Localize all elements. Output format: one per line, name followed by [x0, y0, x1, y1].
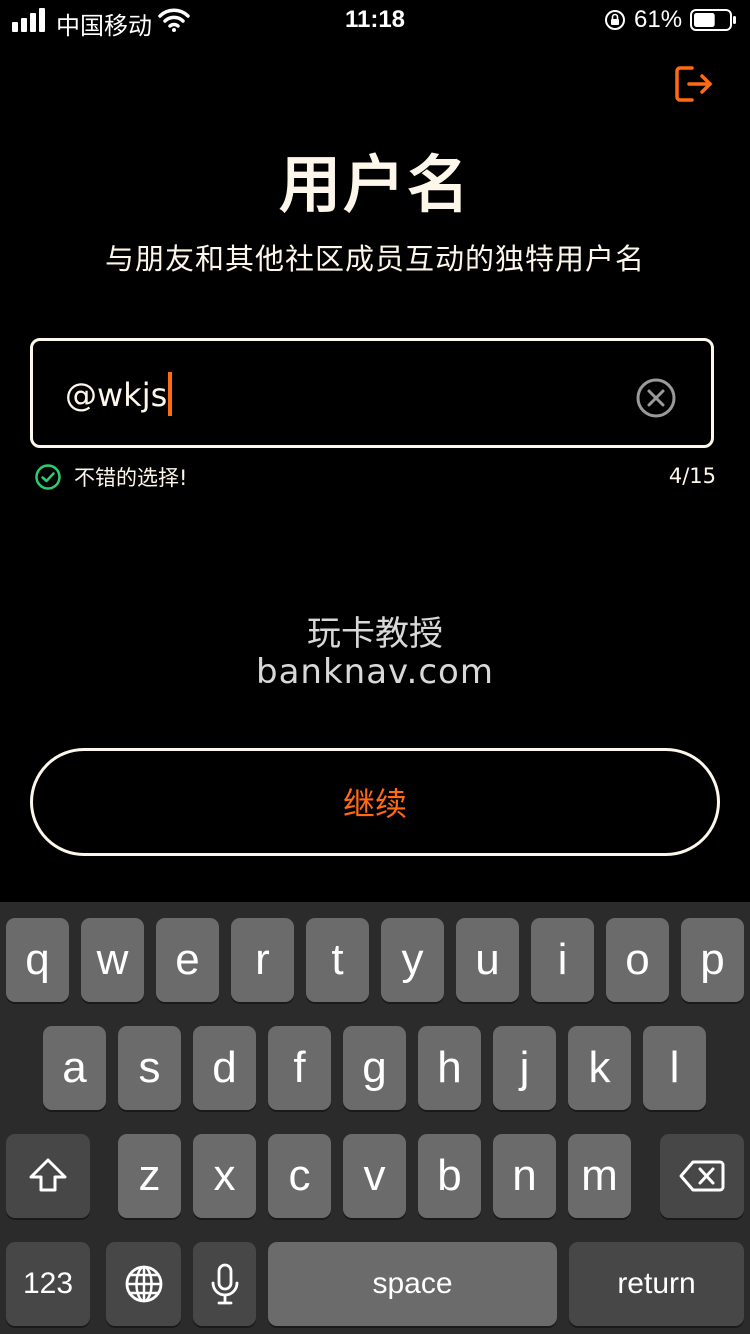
battery-percent: 61% [634, 6, 683, 33]
key-i[interactable]: i [531, 918, 594, 1002]
key-o[interactable]: o [606, 918, 669, 1002]
key-p[interactable]: p [681, 918, 744, 1002]
key-c[interactable]: c [268, 1134, 331, 1218]
key-q[interactable]: q [6, 918, 69, 1002]
key-g[interactable]: g [343, 1026, 406, 1110]
watermark-name: 玩卡教授 [307, 614, 443, 654]
key-n[interactable]: n [493, 1134, 556, 1218]
key-u[interactable]: u [456, 918, 519, 1002]
text-caret [168, 372, 173, 416]
key-s[interactable]: s [118, 1026, 181, 1110]
key-m[interactable]: m [568, 1134, 631, 1218]
key-z[interactable]: z [118, 1134, 181, 1218]
key-t[interactable]: t [306, 918, 369, 1002]
key-x[interactable]: x [193, 1134, 256, 1218]
check-circle-icon [35, 464, 61, 490]
key-d[interactable]: d [193, 1026, 256, 1110]
watermark-url: banknav.com [256, 652, 494, 692]
return-key[interactable]: return [569, 1242, 744, 1326]
character-counter: 4/15 [668, 464, 716, 488]
numbers-key[interactable]: 123 [6, 1242, 90, 1326]
logout-icon[interactable] [672, 62, 716, 106]
key-f[interactable]: f [268, 1026, 331, 1110]
space-key[interactable]: space [268, 1242, 557, 1326]
key-j[interactable]: j [493, 1026, 556, 1110]
backspace-key[interactable] [660, 1134, 744, 1218]
globe-icon [125, 1265, 162, 1303]
globe-key[interactable] [106, 1242, 181, 1326]
clear-icon[interactable] [635, 377, 677, 419]
username-value: @wkjs [65, 376, 168, 414]
keyboard: q w e r t y u i o p a s d f g h j k l z … [0, 902, 750, 1334]
battery-icon [690, 9, 736, 31]
page-title: 用户名 [278, 148, 471, 221]
validation-row: 不错的选择! [34, 462, 187, 492]
key-v[interactable]: v [343, 1134, 406, 1218]
key-r[interactable]: r [231, 918, 294, 1002]
key-e[interactable]: e [156, 918, 219, 1002]
shift-key[interactable] [6, 1134, 90, 1218]
username-input[interactable]: @wkjs [30, 338, 714, 448]
key-b[interactable]: b [418, 1134, 481, 1218]
status-bar: 中国移动 11:18 61% [0, 0, 750, 40]
validation-message: 不错的选择! [74, 466, 188, 490]
key-y[interactable]: y [381, 918, 444, 1002]
key-a[interactable]: a [43, 1026, 106, 1110]
orientation-lock-icon [605, 10, 625, 30]
continue-button[interactable]: 继续 [30, 748, 720, 856]
backspace-icon [679, 1160, 725, 1192]
username-value-wrapper: @wkjs [65, 372, 173, 419]
key-l[interactable]: l [643, 1026, 706, 1110]
dictation-key[interactable] [193, 1242, 256, 1326]
microphone-icon [211, 1263, 238, 1305]
shift-icon [29, 1158, 67, 1192]
key-h[interactable]: h [418, 1026, 481, 1110]
key-w[interactable]: w [81, 918, 144, 1002]
page-subtitle: 与朋友和其他社区成员互动的独特用户名 [104, 242, 645, 276]
key-k[interactable]: k [568, 1026, 631, 1110]
